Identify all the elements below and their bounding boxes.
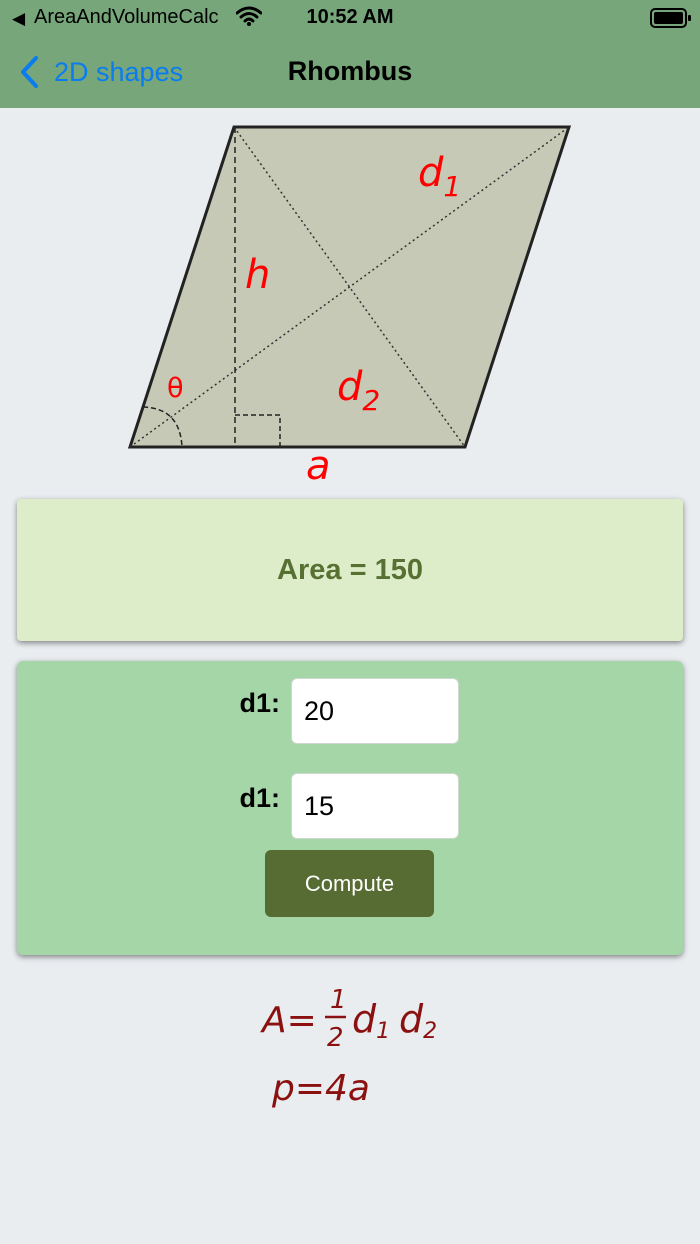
d2-input[interactable] xyxy=(291,773,459,839)
area-result: Area = 150 xyxy=(277,553,423,586)
input-form-card: d1: d1: Compute xyxy=(17,661,683,955)
d1-input[interactable] xyxy=(291,678,459,744)
formula-d2-sub: 2 xyxy=(423,1019,437,1044)
formula-d1: d1 xyxy=(352,997,390,1044)
label-d2-sub: 2 xyxy=(362,384,380,417)
battery-icon xyxy=(650,8,691,28)
navigation-header: ◀ AreaAndVolumeCalc 10:52 AM 2D shapes R… xyxy=(0,0,700,108)
formula-image: A= 1 2 d1 d2 p=4a xyxy=(260,985,437,1109)
label-d1-sub: 1 xyxy=(443,170,461,203)
formula-d1-sub: 1 xyxy=(376,1019,390,1044)
label-theta: θ xyxy=(167,373,184,404)
page-title: Rhombus xyxy=(287,56,413,86)
status-bar: ◀ AreaAndVolumeCalc 10:52 AM xyxy=(0,0,700,36)
formula-frac-den: 2 xyxy=(327,1023,344,1053)
d1-field-label: d1: xyxy=(239,688,281,718)
label-a: a xyxy=(306,443,331,489)
label-h: h xyxy=(245,252,270,298)
formula-frac-num: 1 xyxy=(330,985,347,1015)
formula-d2: d2 xyxy=(399,997,437,1044)
status-time: 10:52 AM xyxy=(306,6,394,28)
compute-button[interactable]: Compute xyxy=(265,850,434,917)
d2-field-label: d1: xyxy=(239,783,281,813)
formula-area-lhs: A= xyxy=(260,1000,317,1041)
result-card: Area = 150 xyxy=(17,499,683,641)
formula-perimeter: p=4a xyxy=(271,1068,370,1109)
rhombus-diagram: d1 h θ d2 a xyxy=(127,125,572,489)
